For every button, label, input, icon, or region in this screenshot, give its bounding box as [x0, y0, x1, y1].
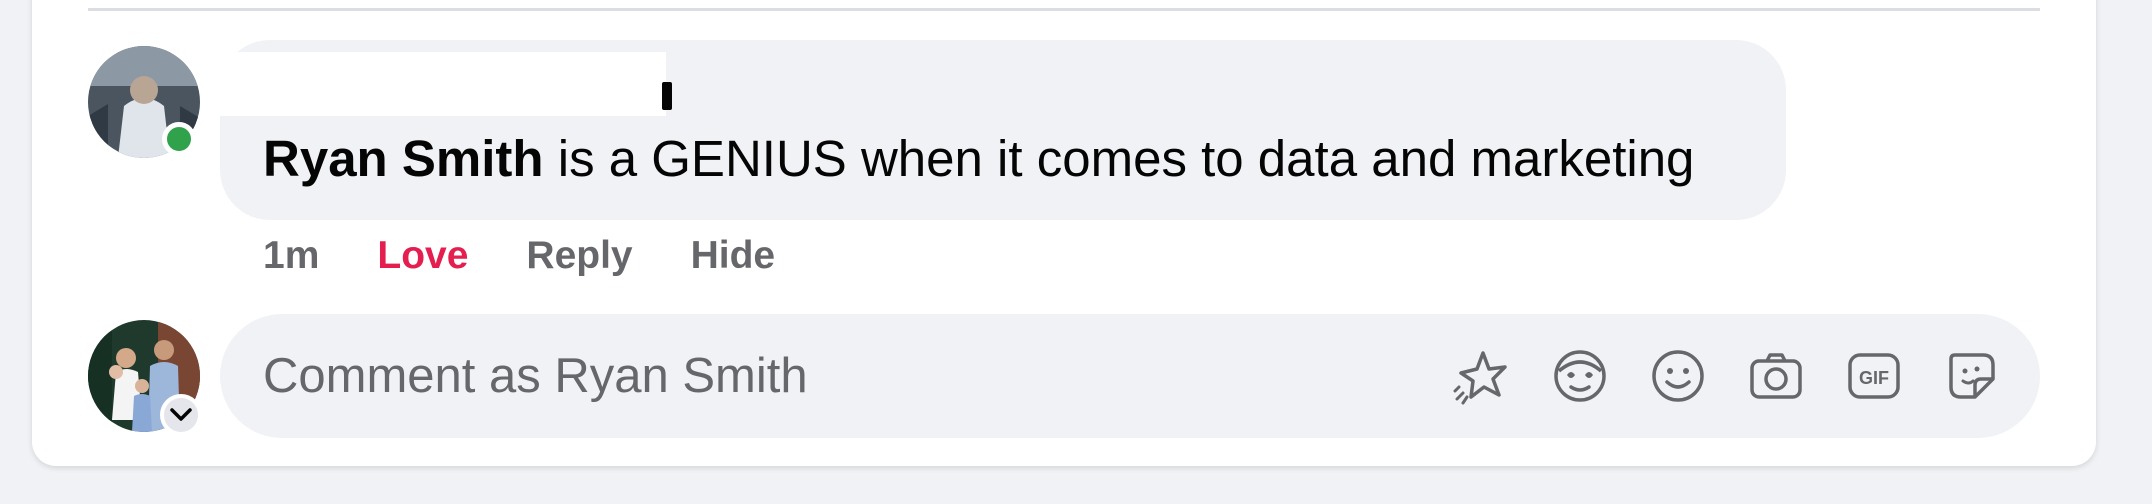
- mention-link[interactable]: Ryan Smith: [263, 130, 544, 187]
- comment-actions: 1m Love Reply Hide: [263, 228, 833, 284]
- sticker-icon[interactable]: [1942, 346, 2002, 406]
- smiley-icon[interactable]: [1648, 346, 1708, 406]
- switch-profile-button[interactable]: [160, 394, 202, 436]
- comment-input-placeholder[interactable]: Comment as Ryan Smith: [263, 346, 808, 406]
- comment-body: is a GENIUS when it comes to data and ma…: [543, 130, 1695, 187]
- composer-toolbar: GIF: [1452, 346, 2002, 406]
- emoji-face-icon[interactable]: [1550, 346, 1610, 406]
- hide-button[interactable]: Hide: [691, 234, 776, 278]
- comment-text: Ryan Smith is a GENIUS when it comes to …: [263, 128, 1694, 190]
- online-status-dot: [162, 122, 196, 156]
- divider: [88, 8, 2040, 11]
- redacted-author-name: [220, 52, 666, 116]
- love-reaction-button[interactable]: Love: [377, 234, 468, 278]
- reply-button[interactable]: Reply: [526, 234, 632, 278]
- avatar-sticker-icon[interactable]: [1452, 346, 1512, 406]
- author-name-remnant: [662, 82, 672, 110]
- gif-icon[interactable]: GIF: [1844, 346, 1904, 406]
- chevron-down-icon: [170, 408, 192, 421]
- camera-icon[interactable]: [1746, 346, 1806, 406]
- comment-timestamp[interactable]: 1m: [263, 234, 319, 278]
- svg-text:GIF: GIF: [1859, 368, 1889, 388]
